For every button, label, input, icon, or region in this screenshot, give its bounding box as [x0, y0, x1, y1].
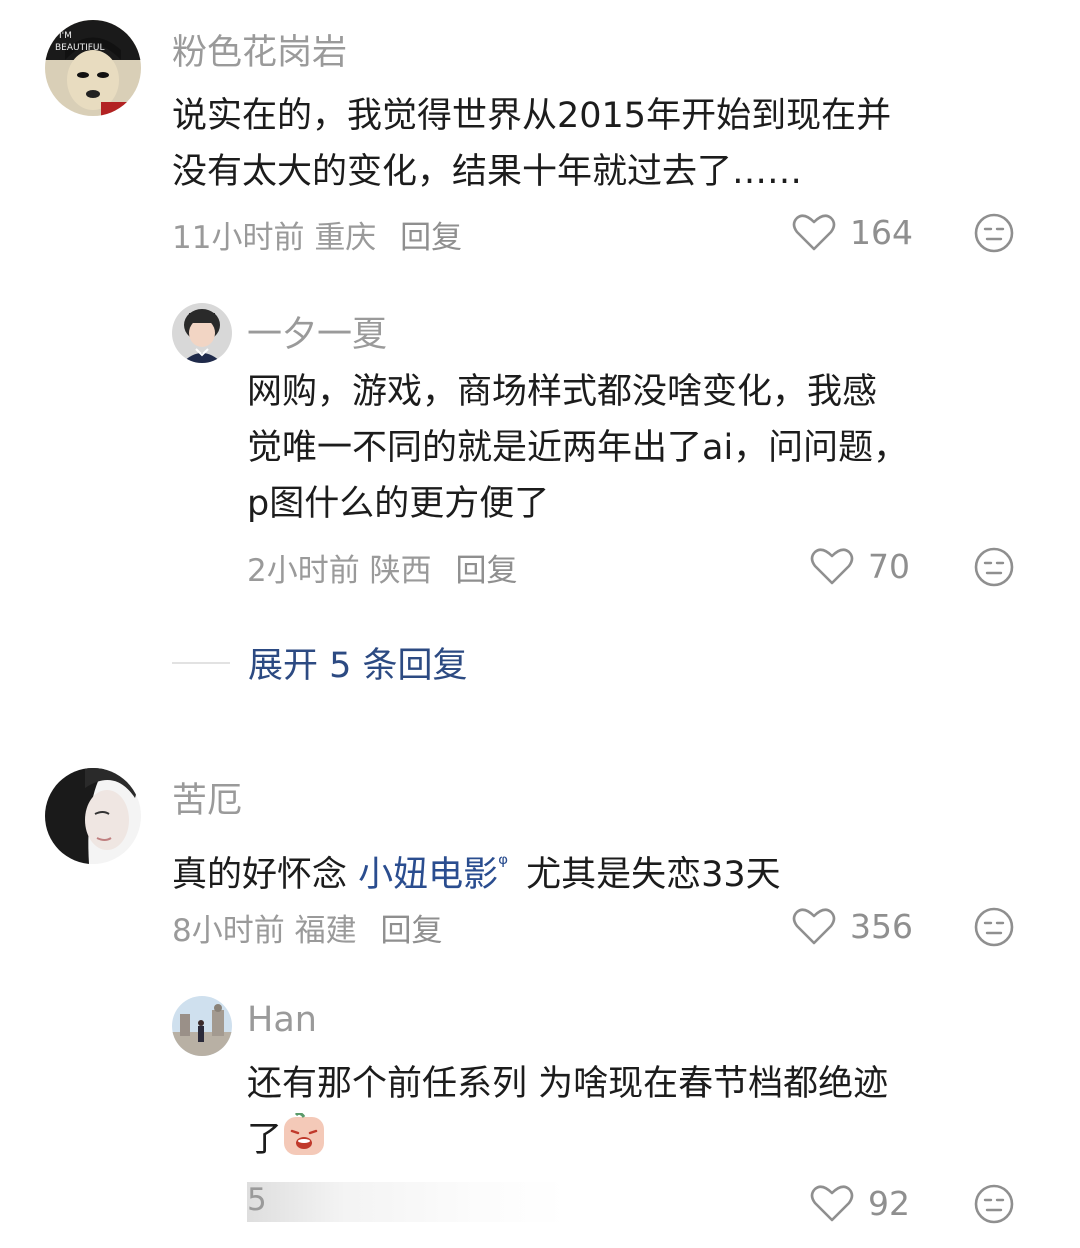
reply-meta: 2小时前 陕西 回复	[247, 545, 517, 590]
comment-meta: 11小时前 重庆 回复	[172, 212, 462, 257]
like-count: 164	[850, 212, 913, 252]
timestamp: 2小时前	[247, 553, 360, 589]
timestamp: 8小时前	[172, 913, 285, 949]
avatar[interactable]	[45, 768, 141, 864]
collapsed-meta-fade	[247, 1182, 567, 1222]
username[interactable]: 粉色花岗岩	[172, 24, 347, 75]
reply-button[interactable]: 回复	[380, 913, 442, 949]
meh-face-icon[interactable]	[974, 907, 1014, 947]
timestamp: 5	[247, 1182, 267, 1218]
svg-text:I'M: I'M	[59, 31, 72, 41]
like-count: 356	[850, 906, 913, 946]
timestamp: 11小时前	[172, 220, 305, 256]
divider	[172, 661, 230, 664]
reply-button[interactable]: 回复	[400, 220, 462, 256]
svg-text:BEAUTIFUL: BEAUTIFUL	[55, 43, 105, 53]
expand-replies-label[interactable]: 展开 5 条回复	[248, 637, 468, 688]
expand-replies-button[interactable]: 展开 5 条回复	[172, 637, 468, 688]
avatar[interactable]	[172, 996, 232, 1056]
reply-button[interactable]: 回复	[455, 553, 517, 589]
heart-outline-icon	[810, 1185, 854, 1222]
meh-face-icon[interactable]	[974, 213, 1014, 253]
comment-text: 真的好怀念 小妞电影ᵠ 尤其是失恋33天	[172, 850, 781, 895]
like-button[interactable]: 164	[792, 212, 913, 252]
heart-outline-icon	[792, 908, 836, 945]
like-count: 70	[868, 546, 910, 586]
location: 重庆	[314, 220, 377, 256]
like-button[interactable]: 92	[810, 1183, 910, 1223]
like-button[interactable]: 70	[810, 546, 910, 586]
meh-face-icon[interactable]	[974, 1184, 1014, 1224]
username[interactable]: Han	[247, 1000, 317, 1040]
comment-meta: 8小时前 福建 回复	[172, 905, 442, 950]
heart-outline-icon	[810, 548, 854, 585]
search-icon[interactable]: ᵠ	[498, 850, 508, 878]
avatar[interactable]	[172, 303, 232, 363]
like-button[interactable]: 356	[792, 906, 913, 946]
comment-text: 说实在的，我觉得世界从2015年开始到现在并 没有太大的变化，结果十年就过去了……	[172, 96, 892, 192]
crying-face-emoji	[284, 1113, 325, 1155]
username[interactable]: 一夕一夏	[247, 306, 387, 357]
meh-face-icon[interactable]	[974, 547, 1014, 587]
location: 福建	[294, 913, 357, 949]
reply-meta: 5	[247, 1182, 267, 1218]
reply-text: 还有那个前任系列 为啥现在春节档都绝迹 了	[247, 1064, 889, 1160]
heart-outline-icon	[792, 214, 836, 251]
topic-link[interactable]: 小妞电影	[358, 855, 498, 895]
location: 陕西	[369, 553, 432, 589]
username[interactable]: 苦厄	[172, 772, 242, 823]
avatar[interactable]: I'M BEAUTIFUL	[45, 20, 141, 116]
like-count: 92	[868, 1183, 910, 1223]
reply-text: 网购，游戏，商场样式都没啥变化，我感 觉唯一不同的就是近两年出了ai，问问题， …	[247, 372, 909, 524]
